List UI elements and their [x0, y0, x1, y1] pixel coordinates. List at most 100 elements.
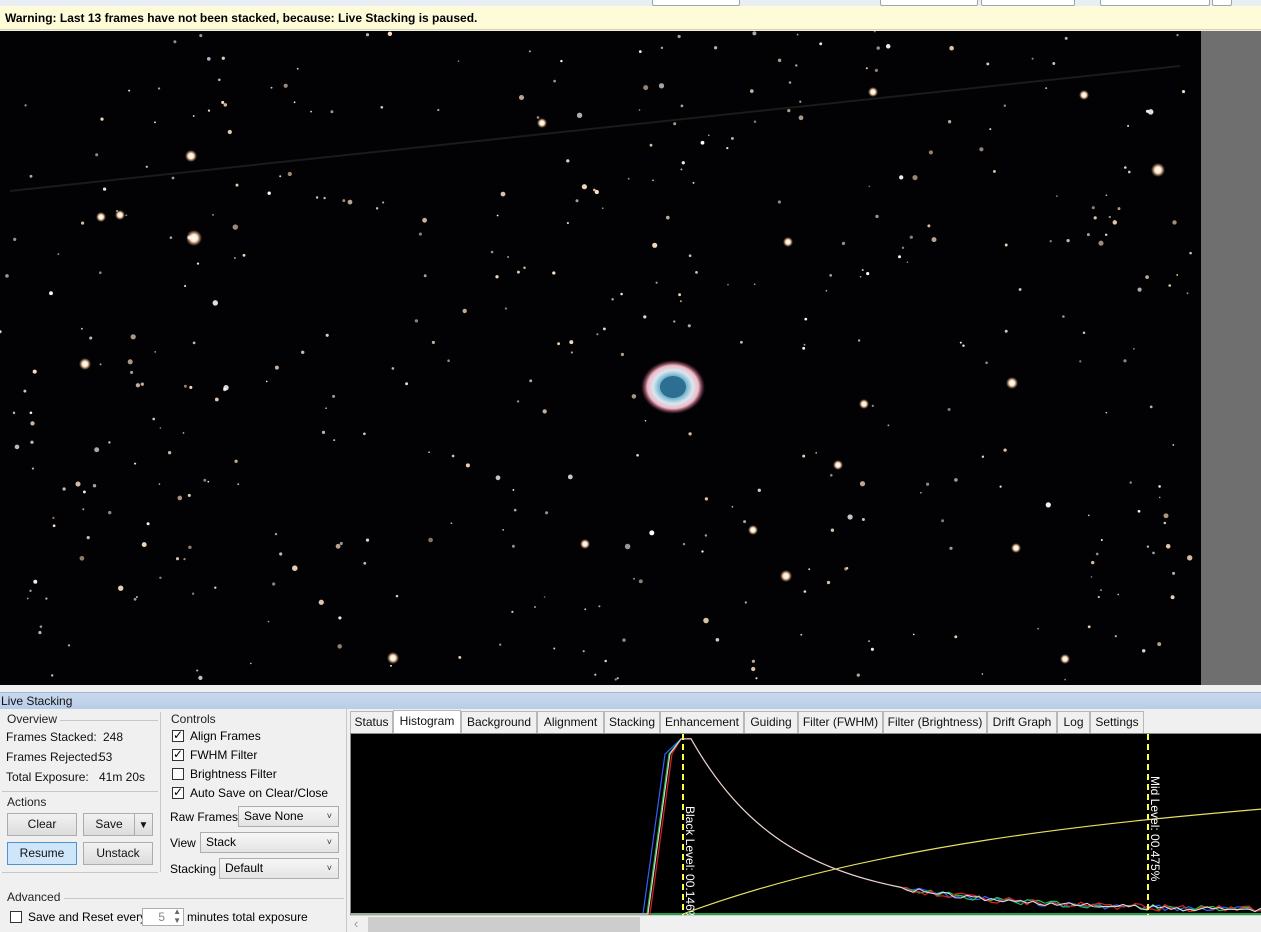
spinner-icon[interactable]: ▲ ▼ — [173, 907, 181, 925]
star — [534, 606, 536, 608]
chevron-down-icon: ˅ — [326, 837, 332, 847]
star — [457, 60, 460, 63]
star — [542, 409, 547, 414]
star — [100, 117, 104, 121]
star — [127, 359, 133, 365]
save-button[interactable]: Save — [83, 813, 135, 836]
star — [594, 673, 597, 676]
star — [237, 483, 240, 486]
star — [652, 242, 658, 248]
clear-button[interactable]: Clear — [7, 813, 77, 836]
star — [171, 176, 175, 180]
tab-histogram[interactable]: Histogram — [393, 710, 461, 734]
star — [82, 490, 86, 494]
star — [227, 129, 232, 135]
star — [428, 451, 430, 454]
star — [458, 655, 462, 659]
star — [1187, 555, 1193, 561]
view-select[interactable]: Stack ˅ — [200, 832, 339, 853]
histogram-scrollbar[interactable]: ‹ — [350, 915, 1261, 932]
star — [1108, 215, 1111, 219]
tab-alignment[interactable]: Alignment — [537, 711, 604, 733]
star — [885, 44, 891, 49]
star — [1095, 552, 1099, 556]
star — [437, 108, 440, 112]
align-frames-label: Align Frames — [190, 729, 261, 743]
save-reset-checkbox[interactable] — [10, 911, 22, 923]
star — [1104, 233, 1108, 237]
star — [1064, 36, 1068, 40]
image-viewport[interactable] — [0, 31, 1201, 685]
tab-settings[interactable]: Settings — [1090, 711, 1144, 733]
star — [141, 542, 147, 548]
star — [516, 400, 520, 403]
star — [187, 493, 191, 497]
tab-filter-brightness[interactable]: Filter (Brightness) — [883, 711, 987, 733]
star — [414, 319, 419, 323]
star — [1127, 170, 1131, 174]
star — [223, 103, 228, 107]
tab-log[interactable]: Log — [1057, 711, 1090, 733]
auto-save-checkbox[interactable] — [172, 785, 184, 799]
star — [29, 411, 33, 415]
star — [94, 447, 100, 453]
star — [616, 677, 619, 680]
histogram-chart[interactable]: Black Level: 00.146% Mid Level: 00.475% — [350, 733, 1261, 915]
star — [1056, 195, 1058, 197]
star — [730, 136, 734, 140]
star — [557, 342, 560, 346]
save-reset-spinner[interactable]: 5 ▲ ▼ — [142, 907, 184, 926]
star — [45, 597, 48, 600]
star — [631, 394, 637, 399]
star — [1141, 649, 1146, 653]
star — [959, 341, 962, 344]
save-dropdown-button[interactable]: ▼ — [134, 813, 153, 836]
unstack-button[interactable]: Unstack — [83, 842, 153, 865]
star — [825, 289, 828, 292]
star — [1189, 251, 1192, 255]
star — [1105, 194, 1108, 197]
star — [29, 589, 32, 593]
star — [199, 34, 203, 38]
star — [115, 209, 119, 213]
star — [332, 394, 336, 398]
star — [868, 185, 871, 188]
star — [62, 487, 66, 491]
star — [212, 214, 214, 216]
frames-rejected-value: 53 — [99, 750, 113, 764]
star — [249, 662, 252, 665]
star — [802, 454, 806, 458]
star — [1127, 124, 1130, 127]
star — [1004, 243, 1008, 247]
star — [580, 539, 590, 549]
star — [780, 570, 792, 582]
raw-frames-select[interactable]: Save None ˅ — [238, 806, 339, 827]
tab-guiding[interactable]: Guiding — [744, 711, 798, 733]
tab-stacking[interactable]: Stacking — [604, 711, 660, 733]
tab-enhancement[interactable]: Enhancement — [660, 711, 744, 733]
star — [270, 86, 273, 89]
tab-status[interactable]: Status — [350, 711, 393, 733]
resume-button[interactable]: Resume — [7, 842, 77, 865]
fwhm-filter-checkbox[interactable] — [172, 747, 184, 761]
align-frames-checkbox[interactable] — [172, 728, 184, 742]
brightness-filter-checkbox[interactable] — [172, 768, 184, 780]
star — [701, 550, 704, 553]
star — [861, 518, 865, 521]
star — [620, 352, 624, 357]
star — [79, 555, 85, 561]
tab-filter-fwhm[interactable]: Filter (FWHM) — [798, 711, 883, 733]
tab-drift-graph[interactable]: Drift Graph — [987, 711, 1057, 733]
star — [566, 222, 569, 225]
viewport-scrollbar[interactable] — [1201, 31, 1261, 685]
star — [265, 380, 268, 383]
star — [620, 292, 623, 296]
scrollbar-thumb[interactable] — [368, 917, 640, 932]
stacking-select[interactable]: Default ˅ — [219, 858, 339, 879]
tab-background[interactable]: Background — [461, 711, 537, 733]
star — [803, 590, 807, 593]
arrow-left-icon[interactable]: ‹ — [354, 916, 358, 932]
star — [279, 552, 283, 556]
star — [130, 370, 134, 374]
raw-frames-label: Raw Frames — [170, 810, 239, 824]
